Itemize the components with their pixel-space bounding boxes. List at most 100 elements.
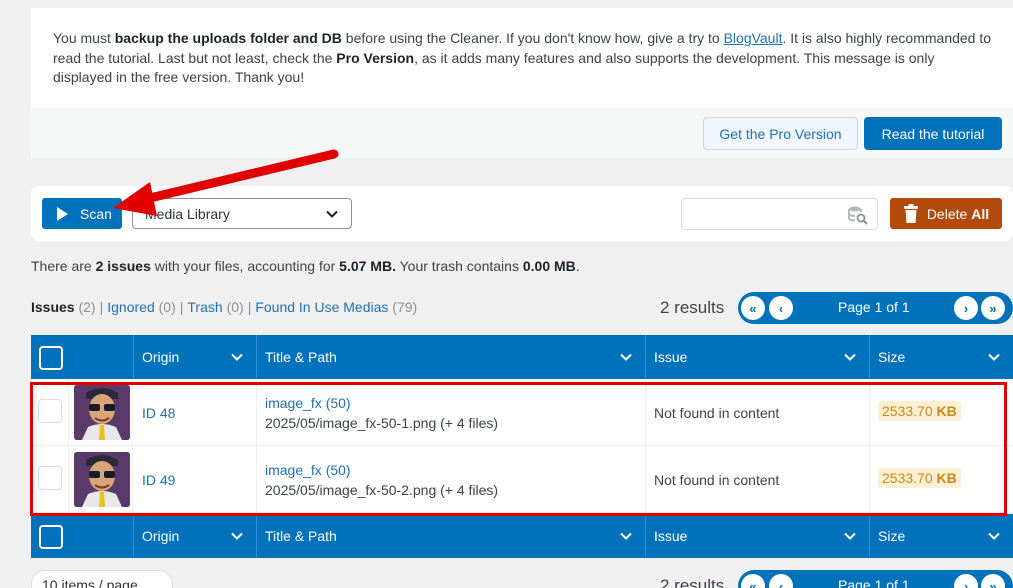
scan-button[interactable]: Scan (42, 198, 122, 229)
search-input[interactable] (681, 198, 878, 230)
summary-text: Your trash contains (395, 258, 523, 274)
row-checkbox[interactable] (38, 399, 62, 423)
per-page-value: 10 items / page (42, 577, 138, 588)
last-page-button[interactable]: » (981, 574, 1005, 588)
size-unit: KB (936, 470, 957, 486)
summary-text: There are (31, 258, 96, 274)
chevron-down-icon (844, 353, 856, 361)
portrait-thumbnail-icon (74, 385, 130, 440)
filter-links: Issues (2) | Ignored (0) | Trash (0) | Found I… (31, 299, 417, 315)
filter-found-count: (79) (392, 299, 418, 315)
page-label: Page 1 of 1 (838, 299, 910, 315)
pagination: « ‹ Page 1 of 1 › » (738, 292, 1013, 324)
column-size[interactable]: Size (869, 335, 1013, 379)
notice-message: You must backup the uploads folder and D… (53, 29, 993, 88)
media-thumbnail[interactable] (74, 452, 130, 507)
select-all-checkbox[interactable] (39, 525, 63, 549)
results-count-bottom: 2 results (660, 576, 725, 588)
column-label: Title & Path (265, 528, 337, 544)
filter-found-in-use[interactable]: Found In Use Medias (255, 299, 388, 315)
delete-all-button[interactable]: Delete All (890, 198, 1002, 229)
pagination-bottom: « ‹ Page 1 of 1 › » (738, 570, 1013, 588)
column-origin[interactable]: Origin (133, 335, 256, 379)
column-title-path[interactable]: Title & Path (256, 514, 645, 558)
size-badge: 2533.70 KB (878, 401, 961, 421)
database-search-icon[interactable] (847, 204, 869, 226)
chevron-down-icon (326, 210, 338, 218)
portrait-thumbnail-icon (74, 452, 130, 507)
page-label: Page 1 of 1 (838, 577, 910, 588)
items-per-page-select[interactable]: 10 items / page (31, 570, 173, 588)
summary-text: . (575, 258, 580, 274)
prev-page-button[interactable]: ‹ (769, 574, 793, 588)
size-value: 2533.70 (882, 403, 933, 419)
trash-icon (903, 203, 918, 223)
column-issue[interactable]: Issue (645, 335, 869, 379)
issue-text: Not found in content (654, 472, 780, 488)
column-origin[interactable]: Origin (133, 514, 256, 558)
delete-label: Delete (926, 205, 968, 222)
separator: | (99, 299, 104, 315)
column-size[interactable]: Size (869, 514, 1013, 558)
toolbar: Scan Media Library Delete All (31, 186, 1013, 241)
notice-text: before using the Cleaner. If you don't k… (341, 30, 724, 46)
media-id-link[interactable]: ID 49 (142, 472, 175, 488)
table-header: Origin Title & Path Issue Size (31, 335, 1013, 379)
last-page-button[interactable]: » (981, 296, 1005, 320)
column-label: Title & Path (265, 349, 337, 365)
filter-issues[interactable]: Issues (31, 299, 75, 315)
size-badge: 2533.70 KB (878, 468, 961, 488)
media-id-link[interactable]: ID 48 (142, 405, 175, 421)
column-label: Size (878, 528, 906, 544)
select-all-checkbox[interactable] (39, 346, 63, 370)
row-checkbox[interactable] (38, 466, 62, 490)
separator: | (179, 299, 184, 315)
read-tutorial-button[interactable]: Read the tutorial (864, 117, 1002, 150)
column-label: Issue (654, 349, 688, 365)
media-thumbnail[interactable] (74, 385, 130, 440)
summary-text: with your files, accounting for (150, 258, 340, 274)
table-body: ID 48 image_fx (50) 2025/05/image_fx-50-… (31, 379, 1013, 513)
filter-ignored[interactable]: Ignored (107, 299, 154, 315)
chevron-down-icon (231, 353, 243, 361)
play-icon (57, 206, 68, 221)
notice-actions: Get the Pro Version Read the tutorial (31, 108, 1013, 158)
media-title-link[interactable]: image_fx (50) (265, 395, 351, 411)
chevron-down-icon (620, 532, 632, 540)
next-page-button[interactable]: › (954, 296, 978, 320)
chevron-down-icon (620, 353, 632, 361)
column-issue[interactable]: Issue (645, 514, 869, 558)
size-unit: KB (936, 403, 957, 419)
first-page-button[interactable]: « (741, 296, 765, 320)
column-label: Origin (142, 528, 180, 544)
notice-text: You must (53, 30, 115, 46)
blogvault-link[interactable]: BlogVault (724, 30, 783, 46)
chevron-down-icon (988, 353, 1000, 361)
get-pro-button[interactable]: Get the Pro Version (703, 117, 858, 150)
chevron-down-icon (231, 532, 243, 540)
table-footer-header: Origin Title & Path Issue Size (31, 514, 1013, 558)
media-title-link[interactable]: image_fx (50) (265, 462, 351, 478)
first-page-button[interactable]: « (741, 574, 765, 588)
source-select[interactable]: Media Library (132, 198, 352, 229)
column-label: Issue (654, 528, 688, 544)
table-row: ID 48 image_fx (50) 2025/05/image_fx-50-… (31, 379, 1013, 446)
column-label: Origin (142, 349, 180, 365)
next-page-button[interactable]: › (954, 574, 978, 588)
summary-issues: 2 issues (95, 258, 151, 274)
filter-trash-count: (0) (226, 299, 244, 315)
prev-page-button[interactable]: ‹ (769, 296, 793, 320)
filter-ignored-count: (0) (158, 299, 176, 315)
column-title-path[interactable]: Title & Path (256, 335, 645, 379)
summary-size: 5.07 MB. (339, 258, 396, 274)
results-count: 2 results (660, 298, 725, 317)
size-value: 2533.70 (882, 470, 933, 486)
separator: | (247, 299, 252, 315)
summary-trash: 0.00 MB (522, 258, 576, 274)
media-path: 2025/05/image_fx-50-2.png (+ 4 files) (265, 482, 499, 498)
source-select-value: Media Library (145, 205, 230, 222)
notice-panel: You must backup the uploads folder and D… (31, 8, 1013, 158)
scan-summary: There are 2 issues with your files, acco… (31, 258, 580, 274)
filter-trash[interactable]: Trash (187, 299, 222, 315)
chevron-down-icon (988, 532, 1000, 540)
